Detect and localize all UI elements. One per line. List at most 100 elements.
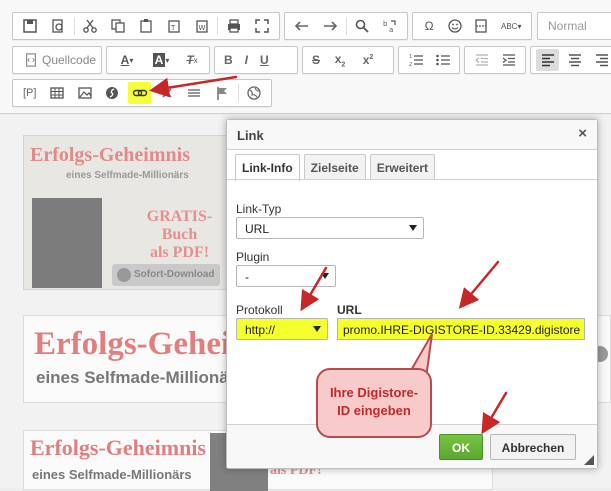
plugin-select[interactable]: - [236,265,336,287]
superscript-icon[interactable]: x2 [356,49,380,71]
image-icon[interactable] [73,82,96,104]
align-right-icon[interactable] [591,49,611,71]
svg-text:1: 1 [409,54,412,60]
play-icon [117,268,131,282]
chevron-down-icon [409,225,417,231]
paragraph-tag-button[interactable]: [P] [18,82,41,104]
redo-icon[interactable] [318,15,342,37]
print-icon[interactable] [222,15,246,37]
replace-icon[interactable]: ba [378,15,402,37]
undo-icon[interactable] [290,15,314,37]
cut-icon[interactable] [79,15,103,37]
link-icon[interactable] [127,82,152,104]
protocol-label: Protokoll [236,303,283,317]
format-combo[interactable]: Normal [537,12,611,40]
horizontal-rule-icon[interactable] [183,82,206,104]
banner3-subtitle: eines Selfmade-Millionärs [32,467,192,482]
bg-color-button[interactable]: A ▾ [146,49,176,71]
cancel-button[interactable]: Abbrechen [490,434,576,460]
smiley-icon[interactable] [444,15,466,37]
toolbar-group-basic-style: B I U [214,46,298,74]
toolbar-group-undo-find: ba [284,12,408,40]
ok-button[interactable]: OK [439,434,483,460]
toolbar-separator [345,17,347,35]
flash-icon[interactable] [100,82,123,104]
find-icon[interactable] [350,15,374,37]
source-label: Quellcode [42,53,97,67]
toolbar-group-color: A ▾ A ▾ Tx [106,46,210,74]
chevron-down-icon [313,326,321,332]
format-combo-value: Normal [548,19,587,33]
url-label: URL [337,303,362,317]
align-left-icon[interactable] [536,49,560,71]
banner2-subtitle: eines Selfmade-Millionä [36,368,229,387]
toolbar-separator [237,84,239,102]
download-label: Sofort-Download [134,269,215,280]
toolbar-separator [73,17,75,35]
copy-icon[interactable] [106,15,130,37]
dialog-tabs: Link-Info Zielseite Erweitert [235,154,439,181]
toolbar-group-insert: [P] [12,79,272,107]
svg-text:a: a [389,26,393,34]
toolbar-group-lists: 12 [398,46,460,74]
globe-icon[interactable] [243,82,266,104]
link-type-select[interactable]: URL [236,217,424,239]
callout-line2: ID eingeben [337,403,411,418]
indent-icon[interactable] [497,49,520,71]
tab-link-info[interactable]: Link-Info [235,154,300,181]
book-cover-image [32,198,102,288]
save-icon[interactable] [18,15,42,37]
toolbar-group-document: T W [12,12,280,40]
resize-handle[interactable] [584,455,594,465]
protocol-select[interactable]: http:// [236,318,328,340]
spellcheck-label: ABC [501,21,518,31]
svg-text:2: 2 [409,62,412,68]
preview-icon[interactable] [46,15,70,37]
page-break-icon[interactable] [470,15,492,37]
link-type-value: URL [245,222,270,236]
paste-word-icon[interactable]: W [190,15,214,37]
outdent-icon[interactable] [470,49,493,71]
strikethrough-button[interactable]: S [308,49,324,71]
text-color-button[interactable]: A ▾ [112,49,142,71]
bold-button[interactable]: B [220,49,237,71]
special-char-button[interactable]: Ω [418,15,440,37]
paragraph-tag-label: [P] [23,87,37,99]
paste-icon[interactable] [134,15,158,37]
subscript-icon[interactable]: x2 [328,49,352,71]
toolbar-group-indent [464,46,526,74]
tab-advanced[interactable]: Erweitert [369,154,436,180]
italic-button[interactable]: I [241,49,252,71]
close-icon[interactable]: × [578,126,587,141]
banner1-gratis: GRATIS-Buch als PDF! [129,208,230,262]
table-icon[interactable] [45,82,68,104]
tab-target[interactable]: Zielseite [303,154,366,180]
bulleted-list-icon[interactable] [431,49,454,71]
promo-banner-1: Erfolgs-Geheimnis eines Selfmade-Million… [23,135,231,290]
plugin-value: - [245,270,249,284]
dialog-titlebar[interactable]: Link × [227,120,597,150]
download-button: Sofort-Download [112,264,220,286]
toolbar-group-source: Quellcode [12,46,102,74]
svg-text:b: b [383,20,388,28]
svg-text:T: T [170,24,176,32]
toolbar-group-script: S x2 x2 [302,46,394,74]
source-button[interactable]: Quellcode [18,49,102,71]
spellcheck-button[interactable]: ABC ▾ [496,15,526,37]
banner1-title: Erfolgs-Geheimnis [30,144,190,166]
unlink-icon[interactable] [155,82,178,104]
url-input[interactable]: promo.IHRE-DIGISTORE-ID.33429.digistore [337,318,585,340]
numbered-list-icon[interactable]: 12 [404,49,427,71]
maximize-icon[interactable] [250,15,274,37]
banner2-title: Erfolgs-Geheim [34,326,258,362]
banner1-subtitle: eines Selfmade-Millionärs [66,170,189,181]
dialog-title: Link [237,128,264,143]
remove-format-icon[interactable]: Tx [180,49,204,71]
protocol-value: http:// [245,323,276,337]
align-center-icon[interactable] [563,49,586,71]
link-type-label: Link-Typ [236,202,282,216]
anchor-flag-icon[interactable] [210,82,233,104]
underline-button[interactable]: U [256,49,273,71]
banner3-title: Erfolgs-Geheimnis [30,435,206,460]
paste-text-icon[interactable]: T [162,15,186,37]
